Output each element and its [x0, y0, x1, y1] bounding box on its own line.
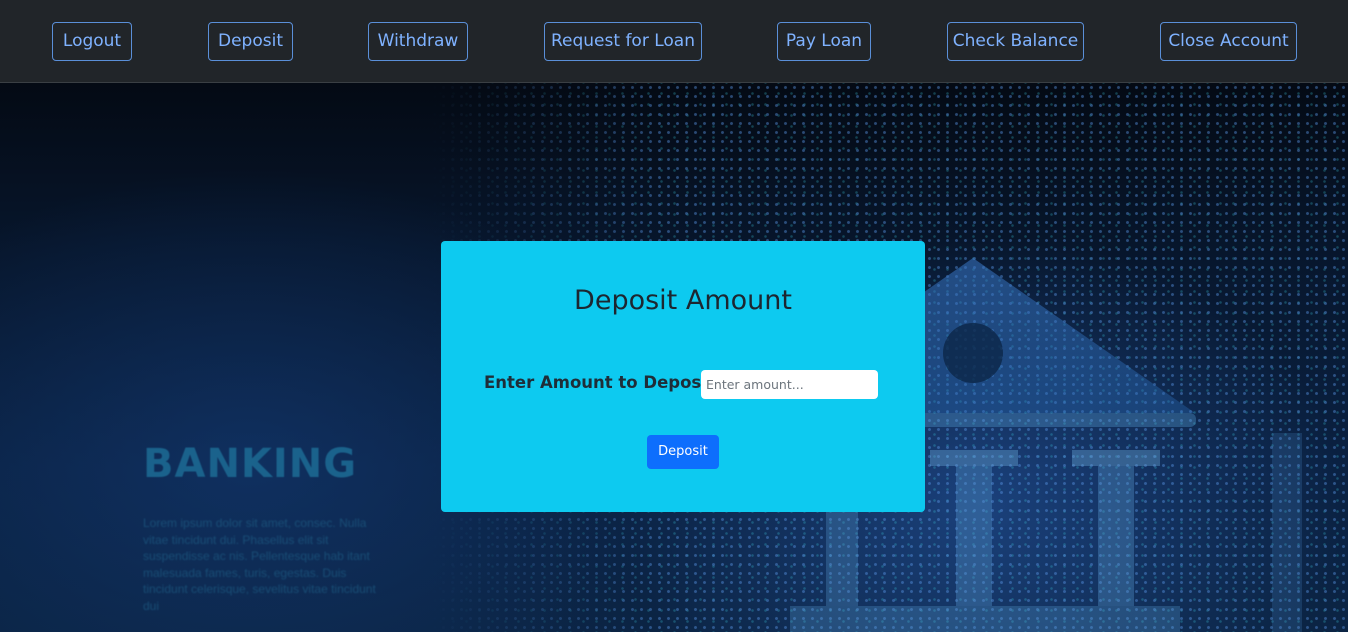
- deposit-submit-button[interactable]: Deposit: [647, 435, 719, 469]
- close-account-button[interactable]: Close Account: [1160, 22, 1297, 61]
- page-title: Deposit Amount: [574, 285, 792, 316]
- withdraw-button[interactable]: Withdraw: [368, 22, 468, 61]
- check-balance-button[interactable]: Check Balance: [947, 22, 1084, 61]
- amount-input[interactable]: [701, 370, 878, 399]
- nav-deposit-button[interactable]: Deposit: [208, 22, 293, 61]
- deposit-card: Deposit Amount Enter Amount to Deposit :…: [441, 241, 925, 512]
- banking-watermark-text: BANKING: [143, 441, 358, 487]
- pay-loan-button[interactable]: Pay Loan: [777, 22, 871, 61]
- top-navbar: Logout Deposit Withdraw Request for Loan…: [0, 0, 1348, 83]
- lorem-watermark-text: Lorem ipsum dolor sit amet, consec. Null…: [143, 516, 376, 613]
- request-loan-button[interactable]: Request for Loan: [544, 22, 702, 61]
- logout-button[interactable]: Logout: [52, 22, 132, 61]
- amount-label: Enter Amount to Deposit :: [484, 373, 728, 392]
